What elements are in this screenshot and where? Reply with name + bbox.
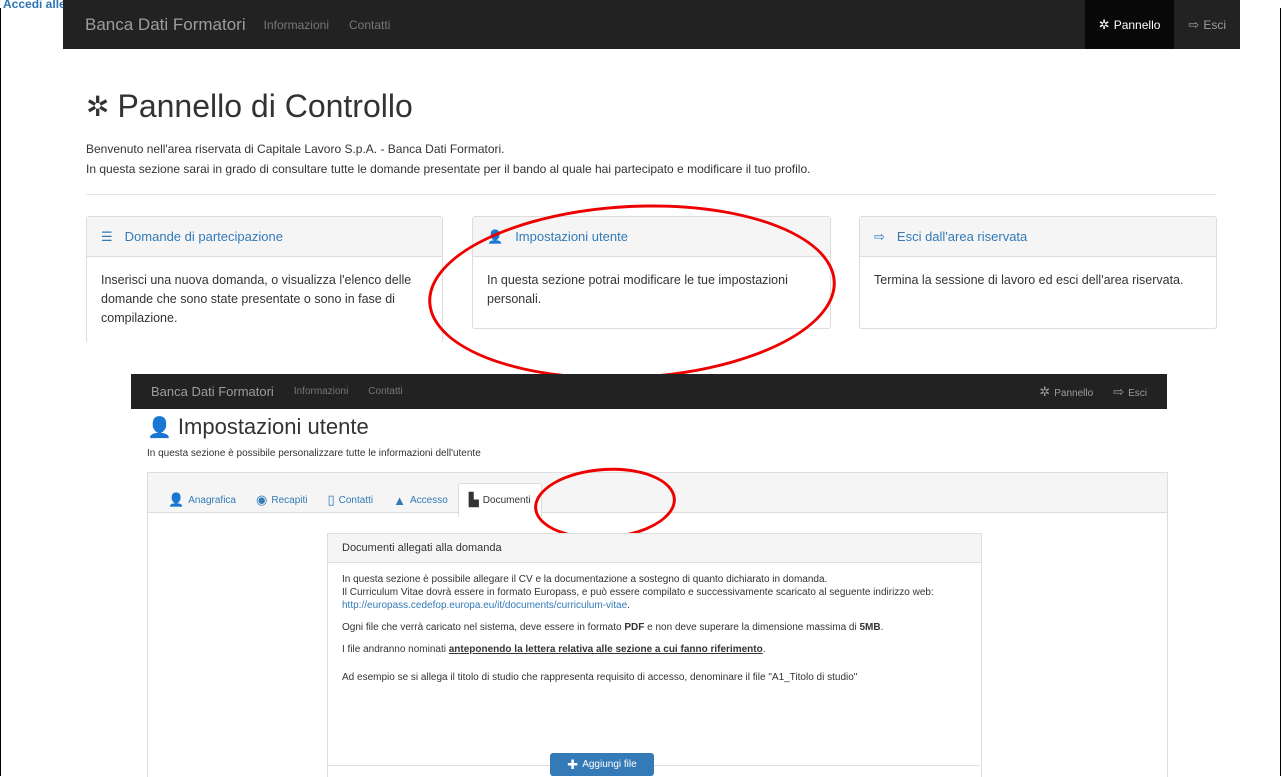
documents-p3a: Ogni file che verrà caricato nel sistema… bbox=[342, 622, 625, 633]
documents-pdf: PDF bbox=[624, 622, 645, 633]
settings-subtitle: In questa sezione è possibile personaliz… bbox=[147, 448, 481, 459]
plus-icon: ✚ bbox=[567, 756, 579, 772]
tab-accesso-label: Accesso bbox=[409, 494, 448, 506]
gear-icon: ✲ bbox=[86, 91, 110, 122]
documents-p4a: I file andranno nominati bbox=[342, 644, 449, 655]
gear-icon: ✲ bbox=[1039, 383, 1051, 399]
nav-esci-label-2: Esci bbox=[1128, 387, 1147, 399]
lock-icon: ▲ bbox=[393, 492, 406, 508]
nav-link-informazioni-2[interactable]: Informazioni bbox=[294, 386, 348, 397]
globe-icon: ◉ bbox=[256, 492, 268, 507]
tab-contatti-label: Contatti bbox=[338, 494, 374, 506]
card-domande-header[interactable]: ☰ Domande di partecipazione bbox=[87, 217, 442, 257]
intro-line-1: Benvenuto nell'area riservata di Capital… bbox=[86, 142, 505, 156]
documents-naming-rule: anteponendo la lettera relativa alle sez… bbox=[448, 644, 763, 655]
logout-icon: ⇨ bbox=[874, 228, 885, 244]
nav-esci-button[interactable]: ⇨ Esci bbox=[1174, 0, 1240, 49]
navbar-brand[interactable]: Banca Dati Formatori bbox=[85, 15, 246, 35]
intro-text: Benvenuto nell'area riservata di Capital… bbox=[86, 139, 810, 179]
card-esci-header[interactable]: ⇨ Esci dall'area riservata bbox=[860, 217, 1216, 257]
phone-icon: ▯ bbox=[327, 492, 335, 507]
nav-pannello-label: Pannello bbox=[1113, 17, 1161, 32]
documents-panel-body: In questa sezione è possibile allegare i… bbox=[328, 563, 981, 703]
tab-anagrafica[interactable]: 👤 Anagrafica bbox=[158, 483, 246, 517]
file-icon: ▙ bbox=[468, 492, 479, 507]
add-file-button[interactable]: ✚ Aggiungi file bbox=[550, 753, 654, 776]
frame-border-right bbox=[1280, 8, 1281, 776]
logout-icon: ⇨ bbox=[1188, 16, 1200, 32]
gear-icon: ✲ bbox=[1098, 16, 1110, 32]
card-domande: ☰ Domande di partecipazione Inserisci un… bbox=[86, 216, 443, 343]
tab-recapiti[interactable]: ◉ Recapiti bbox=[246, 483, 317, 517]
add-file-label: Aggiungi file bbox=[582, 759, 637, 770]
top-navbar-2: Banca Dati Formatori Informazioni Contat… bbox=[131, 374, 1167, 409]
page-title: ✲ Pannello di Controllo bbox=[86, 88, 413, 125]
documents-size: 5MB bbox=[859, 622, 881, 633]
documents-p3c: e non deve superare la dimensione massim… bbox=[644, 622, 860, 633]
card-esci-body: Termina la sessione di lavoro ed esci de… bbox=[874, 273, 1184, 287]
nav-link-contatti-2[interactable]: Contatti bbox=[368, 386, 402, 397]
nav-pannello-button-2[interactable]: ✲ Pannello bbox=[1039, 384, 1093, 400]
tab-accesso[interactable]: ▲ Accesso bbox=[383, 483, 458, 517]
nav-esci-label: Esci bbox=[1203, 17, 1226, 32]
card-domande-title: Domande di partecipazione bbox=[124, 229, 283, 244]
nav-pannello-button[interactable]: ✲ Pannello bbox=[1084, 0, 1175, 49]
logout-icon: ⇨ bbox=[1113, 383, 1125, 399]
card-domande-body: Inserisci una nuova domanda, o visualizz… bbox=[101, 273, 412, 325]
tab-contatti[interactable]: ▯ Contatti bbox=[317, 483, 383, 517]
card-esci-title: Esci dall'area riservata bbox=[896, 229, 1028, 244]
documents-text: In questa sezione è possibile allegare i… bbox=[342, 574, 934, 611]
nav-link-informazioni[interactable]: Informazioni bbox=[264, 18, 329, 32]
tab-documenti-label: Documenti bbox=[482, 494, 531, 506]
nav-pannello-label-2: Pannello bbox=[1054, 387, 1094, 399]
tab-anagrafica-label: Anagrafica bbox=[188, 494, 236, 506]
settings-title-text: Impostazioni utente bbox=[177, 414, 369, 439]
documents-p2: Il Curriculum Vitae dovrà essere in form… bbox=[342, 587, 934, 598]
documents-format-text: Ogni file che verrà caricato nel sistema… bbox=[342, 622, 884, 633]
settings-title: 👤 Impostazioni utente bbox=[147, 414, 369, 440]
divider bbox=[86, 194, 1216, 195]
top-navbar: Banca Dati Formatori Informazioni Contat… bbox=[63, 0, 1240, 49]
tab-recapiti-label: Recapiti bbox=[271, 494, 308, 506]
page-title-text: Pannello di Controllo bbox=[117, 88, 413, 124]
user-icon: 👤 bbox=[147, 416, 172, 439]
europass-link[interactable]: http://europass.cedefop.europa.eu/it/doc… bbox=[342, 600, 627, 611]
intro-line-2: In questa sezione sarai in grado di cons… bbox=[86, 162, 811, 176]
documents-p1: In questa sezione è possibile allegare i… bbox=[342, 574, 828, 585]
frame-border-left bbox=[0, 8, 1, 776]
nav-link-contatti[interactable]: Contatti bbox=[349, 18, 390, 32]
documents-naming-text: I file andranno nominati anteponendo la … bbox=[342, 644, 766, 655]
user-icon: 👤 bbox=[168, 492, 185, 507]
list-icon: ☰ bbox=[101, 228, 113, 244]
documents-panel: Documenti allegati alla domanda In quest… bbox=[327, 533, 982, 777]
documents-panel-header: Documenti allegati alla domanda bbox=[328, 534, 981, 563]
nav-esci-button-2[interactable]: ⇨ Esci bbox=[1113, 384, 1147, 400]
card-esci: ⇨ Esci dall'area riservata Termina la se… bbox=[859, 216, 1217, 329]
documents-example: Ad esempio se si allega il titolo di stu… bbox=[342, 672, 858, 683]
navbar-brand-2[interactable]: Banca Dati Formatori bbox=[151, 384, 274, 399]
tab-documenti[interactable]: ▙ Documenti bbox=[457, 483, 542, 517]
